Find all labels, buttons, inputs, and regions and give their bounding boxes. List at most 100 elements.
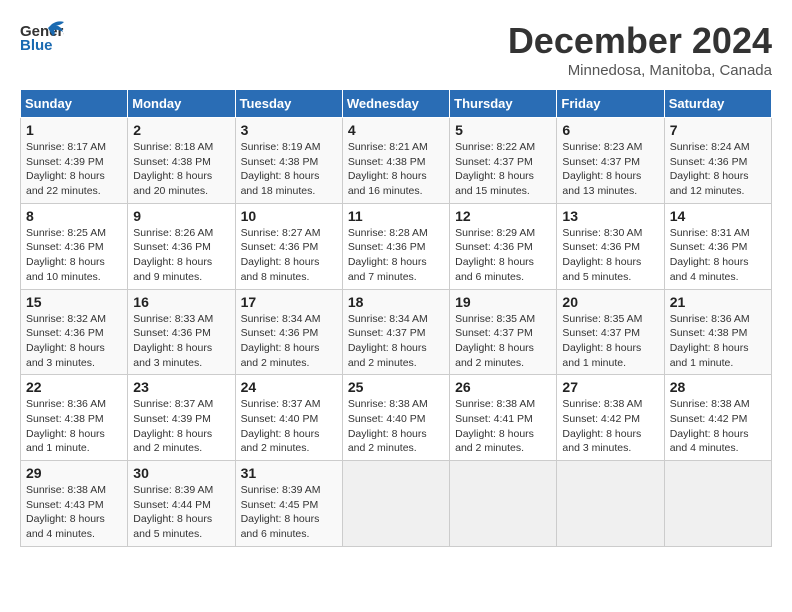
day-info: Sunrise: 8:21 AM Sunset: 4:38 PM Dayligh…: [348, 140, 444, 199]
empty-cell: [342, 461, 449, 547]
day-number: 3: [241, 122, 337, 138]
calendar-day-31: 31 Sunrise: 8:39 AM Sunset: 4:45 PM Dayl…: [235, 461, 342, 547]
empty-cell: [557, 461, 664, 547]
day-number: 6: [562, 122, 658, 138]
day-info: Sunrise: 8:26 AM Sunset: 4:36 PM Dayligh…: [133, 226, 229, 285]
location-title: Minnedosa, Manitoba, Canada: [508, 62, 772, 79]
calendar-day-17: 17 Sunrise: 8:34 AM Sunset: 4:36 PM Dayl…: [235, 289, 342, 375]
calendar-day-1: 1 Sunrise: 8:17 AM Sunset: 4:39 PM Dayli…: [21, 118, 128, 204]
calendar-header-monday: Monday: [128, 90, 235, 118]
day-number: 16: [133, 294, 229, 310]
calendar-day-13: 13 Sunrise: 8:30 AM Sunset: 4:36 PM Dayl…: [557, 203, 664, 289]
calendar-day-19: 19 Sunrise: 8:35 AM Sunset: 4:37 PM Dayl…: [450, 289, 557, 375]
calendar-day-28: 28 Sunrise: 8:38 AM Sunset: 4:42 PM Dayl…: [664, 375, 771, 461]
calendar-day-25: 25 Sunrise: 8:38 AM Sunset: 4:40 PM Dayl…: [342, 375, 449, 461]
day-info: Sunrise: 8:35 AM Sunset: 4:37 PM Dayligh…: [455, 312, 551, 371]
calendar-day-3: 3 Sunrise: 8:19 AM Sunset: 4:38 PM Dayli…: [235, 118, 342, 204]
day-info: Sunrise: 8:38 AM Sunset: 4:41 PM Dayligh…: [455, 397, 551, 456]
calendar-day-22: 22 Sunrise: 8:36 AM Sunset: 4:38 PM Dayl…: [21, 375, 128, 461]
day-info: Sunrise: 8:23 AM Sunset: 4:37 PM Dayligh…: [562, 140, 658, 199]
day-number: 15: [26, 294, 122, 310]
day-info: Sunrise: 8:25 AM Sunset: 4:36 PM Dayligh…: [26, 226, 122, 285]
logo: General Blue: [20, 20, 64, 61]
day-info: Sunrise: 8:30 AM Sunset: 4:36 PM Dayligh…: [562, 226, 658, 285]
day-info: Sunrise: 8:36 AM Sunset: 4:38 PM Dayligh…: [26, 397, 122, 456]
month-title: December 2024: [508, 20, 772, 62]
calendar-header-thursday: Thursday: [450, 90, 557, 118]
calendar-header-wednesday: Wednesday: [342, 90, 449, 118]
calendar-day-11: 11 Sunrise: 8:28 AM Sunset: 4:36 PM Dayl…: [342, 203, 449, 289]
day-number: 23: [133, 379, 229, 395]
day-info: Sunrise: 8:38 AM Sunset: 4:43 PM Dayligh…: [26, 483, 122, 542]
empty-cell: [450, 461, 557, 547]
svg-text:Blue: Blue: [20, 37, 53, 54]
calendar-day-5: 5 Sunrise: 8:22 AM Sunset: 4:37 PM Dayli…: [450, 118, 557, 204]
page-header: General Blue December 2024 Minnedosa, Ma…: [20, 20, 772, 79]
day-number: 2: [133, 122, 229, 138]
calendar-day-20: 20 Sunrise: 8:35 AM Sunset: 4:37 PM Dayl…: [557, 289, 664, 375]
calendar-day-30: 30 Sunrise: 8:39 AM Sunset: 4:44 PM Dayl…: [128, 461, 235, 547]
day-number: 22: [26, 379, 122, 395]
day-info: Sunrise: 8:28 AM Sunset: 4:36 PM Dayligh…: [348, 226, 444, 285]
title-block: December 2024 Minnedosa, Manitoba, Canad…: [508, 20, 772, 79]
day-number: 7: [670, 122, 766, 138]
calendar-day-18: 18 Sunrise: 8:34 AM Sunset: 4:37 PM Dayl…: [342, 289, 449, 375]
calendar-week-1: 1 Sunrise: 8:17 AM Sunset: 4:39 PM Dayli…: [21, 118, 772, 204]
day-number: 20: [562, 294, 658, 310]
day-number: 10: [241, 208, 337, 224]
day-number: 24: [241, 379, 337, 395]
calendar-day-29: 29 Sunrise: 8:38 AM Sunset: 4:43 PM Dayl…: [21, 461, 128, 547]
calendar-day-21: 21 Sunrise: 8:36 AM Sunset: 4:38 PM Dayl…: [664, 289, 771, 375]
calendar-day-26: 26 Sunrise: 8:38 AM Sunset: 4:41 PM Dayl…: [450, 375, 557, 461]
day-number: 25: [348, 379, 444, 395]
day-number: 27: [562, 379, 658, 395]
calendar-week-5: 29 Sunrise: 8:38 AM Sunset: 4:43 PM Dayl…: [21, 461, 772, 547]
day-info: Sunrise: 8:22 AM Sunset: 4:37 PM Dayligh…: [455, 140, 551, 199]
calendar-day-23: 23 Sunrise: 8:37 AM Sunset: 4:39 PM Dayl…: [128, 375, 235, 461]
day-info: Sunrise: 8:19 AM Sunset: 4:38 PM Dayligh…: [241, 140, 337, 199]
day-number: 5: [455, 122, 551, 138]
calendar-day-2: 2 Sunrise: 8:18 AM Sunset: 4:38 PM Dayli…: [128, 118, 235, 204]
day-info: Sunrise: 8:18 AM Sunset: 4:38 PM Dayligh…: [133, 140, 229, 199]
day-number: 26: [455, 379, 551, 395]
day-number: 28: [670, 379, 766, 395]
day-number: 31: [241, 465, 337, 481]
day-number: 13: [562, 208, 658, 224]
calendar-day-27: 27 Sunrise: 8:38 AM Sunset: 4:42 PM Dayl…: [557, 375, 664, 461]
day-info: Sunrise: 8:39 AM Sunset: 4:44 PM Dayligh…: [133, 483, 229, 542]
day-info: Sunrise: 8:38 AM Sunset: 4:42 PM Dayligh…: [670, 397, 766, 456]
day-info: Sunrise: 8:35 AM Sunset: 4:37 PM Dayligh…: [562, 312, 658, 371]
day-number: 4: [348, 122, 444, 138]
logo-icon: General Blue: [20, 20, 64, 61]
calendar-day-6: 6 Sunrise: 8:23 AM Sunset: 4:37 PM Dayli…: [557, 118, 664, 204]
day-number: 9: [133, 208, 229, 224]
day-info: Sunrise: 8:34 AM Sunset: 4:36 PM Dayligh…: [241, 312, 337, 371]
day-number: 30: [133, 465, 229, 481]
day-number: 12: [455, 208, 551, 224]
calendar-day-16: 16 Sunrise: 8:33 AM Sunset: 4:36 PM Dayl…: [128, 289, 235, 375]
calendar-week-4: 22 Sunrise: 8:36 AM Sunset: 4:38 PM Dayl…: [21, 375, 772, 461]
calendar-header-saturday: Saturday: [664, 90, 771, 118]
day-info: Sunrise: 8:33 AM Sunset: 4:36 PM Dayligh…: [133, 312, 229, 371]
day-number: 8: [26, 208, 122, 224]
calendar-day-9: 9 Sunrise: 8:26 AM Sunset: 4:36 PM Dayli…: [128, 203, 235, 289]
day-info: Sunrise: 8:31 AM Sunset: 4:36 PM Dayligh…: [670, 226, 766, 285]
day-number: 1: [26, 122, 122, 138]
calendar-day-14: 14 Sunrise: 8:31 AM Sunset: 4:36 PM Dayl…: [664, 203, 771, 289]
calendar-week-2: 8 Sunrise: 8:25 AM Sunset: 4:36 PM Dayli…: [21, 203, 772, 289]
day-info: Sunrise: 8:38 AM Sunset: 4:40 PM Dayligh…: [348, 397, 444, 456]
day-number: 11: [348, 208, 444, 224]
day-info: Sunrise: 8:32 AM Sunset: 4:36 PM Dayligh…: [26, 312, 122, 371]
day-info: Sunrise: 8:34 AM Sunset: 4:37 PM Dayligh…: [348, 312, 444, 371]
calendar-day-15: 15 Sunrise: 8:32 AM Sunset: 4:36 PM Dayl…: [21, 289, 128, 375]
calendar-header-friday: Friday: [557, 90, 664, 118]
calendar-week-3: 15 Sunrise: 8:32 AM Sunset: 4:36 PM Dayl…: [21, 289, 772, 375]
day-info: Sunrise: 8:37 AM Sunset: 4:39 PM Dayligh…: [133, 397, 229, 456]
calendar-day-7: 7 Sunrise: 8:24 AM Sunset: 4:36 PM Dayli…: [664, 118, 771, 204]
calendar-day-24: 24 Sunrise: 8:37 AM Sunset: 4:40 PM Dayl…: [235, 375, 342, 461]
day-number: 21: [670, 294, 766, 310]
calendar-day-10: 10 Sunrise: 8:27 AM Sunset: 4:36 PM Dayl…: [235, 203, 342, 289]
day-info: Sunrise: 8:27 AM Sunset: 4:36 PM Dayligh…: [241, 226, 337, 285]
day-info: Sunrise: 8:38 AM Sunset: 4:42 PM Dayligh…: [562, 397, 658, 456]
calendar-header-tuesday: Tuesday: [235, 90, 342, 118]
